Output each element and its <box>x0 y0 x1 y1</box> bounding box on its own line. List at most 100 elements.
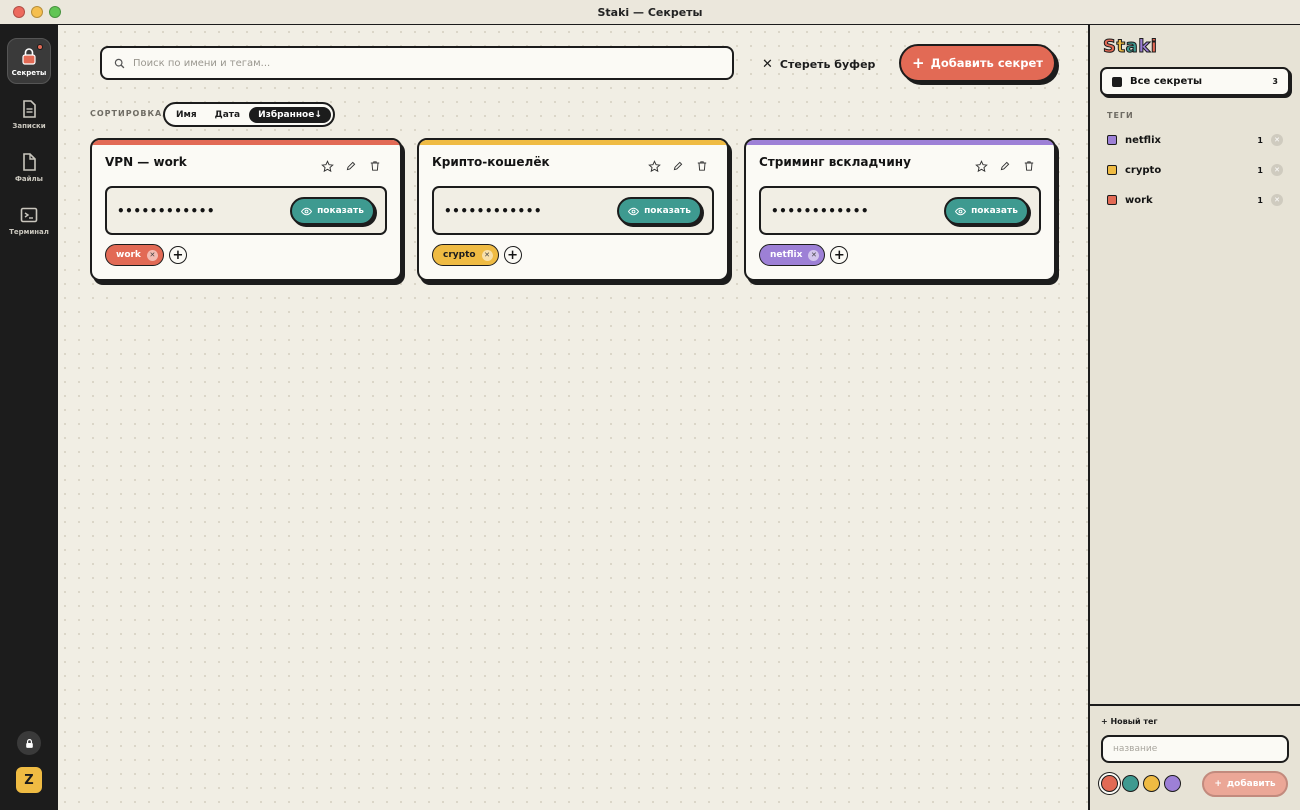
color-option-purple[interactable] <box>1164 775 1181 792</box>
tag-count: 1 <box>1257 165 1263 175</box>
edit-icon[interactable] <box>998 159 1012 173</box>
tag-chip-label: work <box>116 250 141 260</box>
all-secrets-count: 3 <box>1272 77 1278 86</box>
close-icon: ✕ <box>762 56 773 72</box>
nav-item-files[interactable]: Файлы <box>7 144 51 190</box>
user-avatar[interactable]: Z <box>15 766 43 794</box>
color-option-teal[interactable] <box>1122 775 1139 792</box>
tag-chip-label: netflix <box>770 250 803 260</box>
secret-card[interactable]: VPN — work •••••••••••• показать work ✕ … <box>90 138 402 281</box>
sort-by-date[interactable]: Дата <box>206 107 249 123</box>
star-icon[interactable] <box>647 159 661 173</box>
card-tags: crypto ✕ + <box>432 244 522 266</box>
clear-clipboard-button[interactable]: ✕ Стереть буфер <box>762 54 875 74</box>
nav-item-label: Терминал <box>9 227 49 236</box>
logo-letter: a <box>1125 36 1139 58</box>
trash-icon[interactable] <box>695 159 709 173</box>
file-icon <box>23 152 36 171</box>
card-tags: work ✕ + <box>105 244 187 266</box>
lock-icon <box>22 47 36 65</box>
tag-chip[interactable]: netflix ✕ <box>759 244 826 266</box>
show-password-button[interactable]: показать <box>944 197 1029 225</box>
add-tag-submit-button[interactable]: + добавить <box>1202 771 1288 797</box>
tags-header: ТЕГИ <box>1107 111 1134 120</box>
card-actions <box>974 159 1036 173</box>
tag-chip[interactable]: crypto ✕ <box>432 244 499 266</box>
add-secret-button[interactable]: + Добавить секрет <box>899 44 1056 82</box>
trash-icon[interactable] <box>1022 159 1036 173</box>
lock-vault-button[interactable] <box>17 731 41 755</box>
tag-count: 1 <box>1257 135 1263 145</box>
color-option-yellow[interactable] <box>1143 775 1160 792</box>
star-icon[interactable] <box>974 159 988 173</box>
tag-name: work <box>1125 194 1153 206</box>
password-field: •••••••••••• показать <box>105 186 387 235</box>
add-tag-button[interactable]: + <box>503 246 522 264</box>
all-secrets-swatch <box>1112 76 1122 87</box>
show-password-button[interactable]: показать <box>617 197 702 225</box>
search-box[interactable] <box>100 46 734 80</box>
color-option-red[interactable] <box>1101 775 1118 792</box>
tag-color-swatch <box>1107 195 1117 205</box>
remove-tag-icon[interactable]: ✕ <box>146 249 158 261</box>
card-color-band <box>746 140 1054 145</box>
nav-item-terminal[interactable]: Терминал <box>7 197 51 243</box>
delete-tag-icon[interactable]: ✕ <box>1271 164 1283 176</box>
show-password-button[interactable]: показать <box>290 197 375 225</box>
logo-letter: k <box>1138 36 1151 58</box>
remove-tag-icon[interactable]: ✕ <box>808 249 820 261</box>
logo-letter: t <box>1116 36 1126 58</box>
card-title: VPN — work <box>105 155 187 169</box>
masked-password: •••••••••••• <box>771 204 870 218</box>
star-icon[interactable] <box>320 159 334 173</box>
nav-item-secrets[interactable]: Секреты <box>7 38 51 84</box>
delete-tag-icon[interactable]: ✕ <box>1271 194 1283 206</box>
add-tag-label: добавить <box>1226 779 1276 789</box>
card-color-band <box>92 140 400 145</box>
title-bar: Staki — Секреты <box>0 0 1300 25</box>
card-title: Стриминг вскладчину <box>759 155 911 169</box>
nav-rail: Секреты Записки Файлы Терминал Z <box>0 25 58 810</box>
add-tag-button[interactable]: + <box>830 246 849 264</box>
eye-icon <box>628 207 640 215</box>
filter-all-secrets[interactable]: Все секреты 3 <box>1100 67 1290 96</box>
plus-icon: + <box>1214 779 1222 789</box>
add-tag-button[interactable]: + <box>168 246 187 264</box>
nav-item-label: Файлы <box>14 174 44 183</box>
notification-dot <box>37 44 43 50</box>
edit-icon[interactable] <box>671 159 685 173</box>
plus-icon: + <box>912 54 925 72</box>
sort-by-favorites[interactable]: Избранное↓ <box>249 106 331 123</box>
card-actions <box>320 159 382 173</box>
new-tag-name-input[interactable] <box>1101 735 1289 763</box>
lock-icon <box>25 738 33 748</box>
card-actions <box>647 159 709 173</box>
card-title: Крипто-кошелёк <box>432 155 550 169</box>
remove-tag-icon[interactable]: ✕ <box>481 249 493 261</box>
secret-card[interactable]: Стриминг вскладчину •••••••••••• показат… <box>744 138 1056 281</box>
show-password-label: показать <box>644 206 691 216</box>
window-title: Staki — Секреты <box>597 6 703 19</box>
sidebar-tag-crypto[interactable]: crypto 1 ✕ <box>1107 160 1283 180</box>
sort-by-name[interactable]: Имя <box>167 107 206 123</box>
show-password-label: показать <box>971 206 1018 216</box>
search-icon <box>114 58 125 68</box>
delete-tag-icon[interactable]: ✕ <box>1271 134 1283 146</box>
edit-icon[interactable] <box>344 159 358 173</box>
sidebar-tag-work[interactable]: work 1 ✕ <box>1107 190 1283 210</box>
secret-card[interactable]: Крипто-кошелёк •••••••••••• показать cry… <box>417 138 729 281</box>
tag-chip-label: crypto <box>443 250 476 260</box>
nav-item-label: Секреты <box>11 68 47 77</box>
all-secrets-label: Все секреты <box>1130 76 1203 87</box>
tag-name: netflix <box>1125 134 1161 146</box>
nav-item-notes[interactable]: Записки <box>7 91 51 137</box>
show-password-label: показать <box>317 206 364 216</box>
tag-chip[interactable]: work ✕ <box>105 244 164 266</box>
search-input[interactable] <box>133 57 732 69</box>
terminal-icon <box>20 207 38 222</box>
sidebar-tag-netflix[interactable]: netflix 1 ✕ <box>1107 130 1283 150</box>
password-field: •••••••••••• показать <box>759 186 1041 235</box>
tag-name: crypto <box>1125 164 1162 176</box>
logo-letter: S <box>1102 36 1117 58</box>
trash-icon[interactable] <box>368 159 382 173</box>
